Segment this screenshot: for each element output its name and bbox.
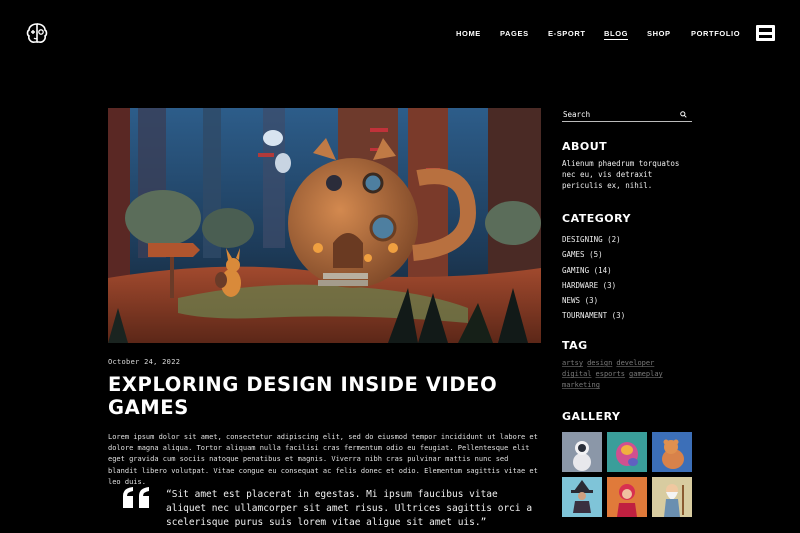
category-item[interactable]: GAMES (5) xyxy=(562,247,625,262)
cartoon-fox-house-scene xyxy=(108,108,541,343)
category-item[interactable]: TOURNAMENT (3) xyxy=(562,308,625,323)
category-heading: CATEGORY xyxy=(562,212,631,225)
nav-blog[interactable]: BLOG xyxy=(604,29,629,40)
tag-cloud: artsy design developer digital esports gamep… xyxy=(562,358,702,392)
nav-esport[interactable]: E-SPORT xyxy=(548,29,586,38)
tag-link[interactable]: developer xyxy=(616,359,654,367)
nav-pages[interactable]: PAGES xyxy=(500,29,529,38)
hamburger-menu-icon[interactable] xyxy=(756,25,775,41)
category-item[interactable]: GAMING (14) xyxy=(562,263,625,278)
brain-icon[interactable] xyxy=(24,21,50,47)
post-title: EXPLORING DESIGN INSIDE VIDEO GAMES xyxy=(108,373,498,419)
gallery-grid xyxy=(562,432,692,517)
search-input[interactable]: Search xyxy=(562,107,692,122)
nav-home[interactable]: HOME xyxy=(456,29,481,38)
tag-link[interactable]: artsy xyxy=(562,359,583,367)
blockquote-text: “Sit amet est placerat in egestas. Mi ip… xyxy=(166,489,533,528)
tag-link[interactable]: marketing xyxy=(562,381,600,389)
gallery-thumb-creature[interactable] xyxy=(607,432,647,472)
gallery-thumb-pink-character[interactable] xyxy=(607,477,647,517)
tag-link[interactable]: esports xyxy=(596,370,626,378)
post-featured-image[interactable] xyxy=(108,108,541,343)
tag-link[interactable]: gameplay xyxy=(629,370,663,378)
about-text: Alienum phaedrum torquatos nec eu, vis d… xyxy=(562,159,680,191)
gallery-thumb-bear[interactable] xyxy=(652,432,692,472)
post-date: October 24, 2022 xyxy=(108,358,181,366)
category-item[interactable]: HARDWARE (3) xyxy=(562,278,625,293)
gallery-thumb-astronaut[interactable] xyxy=(562,432,602,472)
category-list: DESIGNING (2) GAMES (5) GAMING (14) HARD… xyxy=(562,232,625,324)
about-heading: ABOUT xyxy=(562,140,608,153)
tag-link[interactable]: design xyxy=(587,359,612,367)
search-placeholder: Search xyxy=(563,110,591,119)
nav-portfolio[interactable]: PORTFOLIO xyxy=(691,29,740,38)
tag-heading: TAG xyxy=(562,339,588,352)
tag-link[interactable]: digital xyxy=(562,370,592,378)
category-item[interactable]: DESIGNING (2) xyxy=(562,232,625,247)
gallery-heading: GALLERY xyxy=(562,410,621,423)
gallery-thumb-witch[interactable] xyxy=(562,477,602,517)
category-item[interactable]: NEWS (3) xyxy=(562,293,625,308)
search-icon[interactable] xyxy=(680,111,687,118)
post-body: Lorem ipsum dolor sit amet, consectetur … xyxy=(108,433,538,486)
nav-shop[interactable]: SHOP xyxy=(647,29,671,38)
gallery-thumb-wizard[interactable] xyxy=(652,477,692,517)
quote-icon xyxy=(123,487,149,508)
